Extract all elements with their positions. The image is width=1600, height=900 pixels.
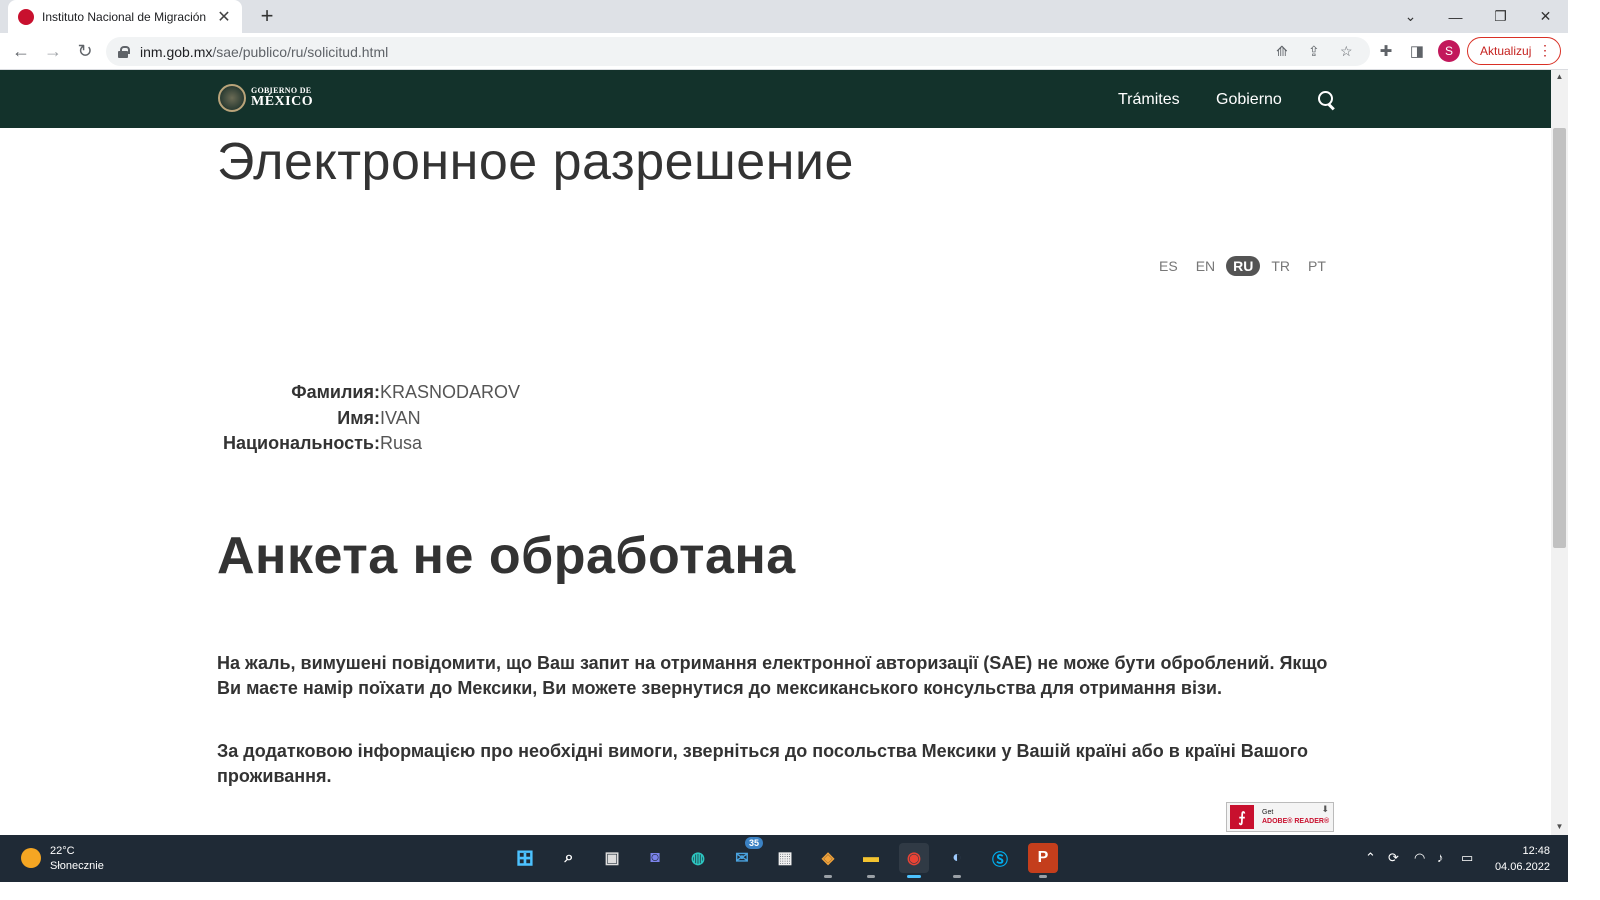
gov-header: GOBIERNO DE MÉXICO Trámites Gobierno xyxy=(0,70,1551,128)
task-view-icon[interactable]: ▣ xyxy=(597,843,627,873)
windows-taskbar: 22°C Słonecznie ⊞ ⌕ ▣ ◙ ◍ ✉ 35 ▦ ◈ ▬ ◉ ◐ … xyxy=(0,835,1568,882)
skype-icon[interactable]: Ⓢ xyxy=(985,843,1015,873)
bookmark-star-icon[interactable]: ☆ xyxy=(1340,43,1353,60)
get-adobe-reader-badge[interactable]: ⨍ Get ADOBE® READER® ⬇ xyxy=(1226,802,1334,832)
nationality-label: Национальность: xyxy=(222,433,380,453)
volume-icon[interactable]: ♪ xyxy=(1437,850,1444,865)
info-row-nationality: Национальность: Rusa xyxy=(217,431,520,457)
wifi-icon[interactable]: ◠ xyxy=(1414,850,1425,866)
address-bar[interactable]: inm.gob.mx/sae/publico/ru/solicitud.html… xyxy=(106,37,1370,66)
mail-badge: 35 xyxy=(744,837,763,849)
extensions-puzzle-icon[interactable]: ✚ xyxy=(1376,41,1396,61)
status-title: Анкета не обработана xyxy=(217,527,796,585)
back-arrow-icon[interactable]: ← xyxy=(8,38,34,64)
edge-browser-icon[interactable]: ◍ xyxy=(683,843,713,873)
running-indicator xyxy=(824,875,832,878)
gobierno-logo[interactable]: GOBIERNO DE MÉXICO xyxy=(218,84,313,112)
lang-es[interactable]: ES xyxy=(1159,258,1178,274)
nav-tramites[interactable]: Trámites xyxy=(1118,91,1180,109)
scroll-down-arrow-icon[interactable]: ▼ xyxy=(1554,822,1565,831)
teams-chat-icon[interactable]: ◙ xyxy=(640,843,670,873)
name-label: Имя: xyxy=(337,407,380,428)
surname-label: Фамилия: xyxy=(291,382,380,402)
scrollbar-thumb[interactable] xyxy=(1553,128,1566,548)
system-clock[interactable]: 12:48 04.06.2022 xyxy=(1492,843,1550,875)
info-row-name: Имя: IVAN xyxy=(217,406,520,432)
weather-temp: 22°C xyxy=(50,845,75,857)
minimize-button[interactable]: — xyxy=(1433,0,1478,33)
page-title: Электронное разрешение xyxy=(217,133,854,191)
chrome-browser-icon[interactable]: ◉ xyxy=(899,843,929,878)
adobe-logo-icon: ⨍ xyxy=(1230,805,1254,829)
clock-date: 04.06.2022 xyxy=(1494,861,1550,873)
nationality-value: Rusa xyxy=(380,433,423,453)
close-tab-icon[interactable]: ✕ xyxy=(216,7,232,27)
info-row-surname: Фамилия: KRASNODAROV xyxy=(217,380,520,406)
browser-tab[interactable]: Instituto Nacional de Migración ✕ xyxy=(8,0,242,33)
start-windows-icon[interactable]: ⊞ xyxy=(510,843,540,873)
adobe-line2: ADOBE® READER® xyxy=(1262,818,1330,825)
browser-toolbar: ← → ↻ inm.gob.mx/sae/publico/ru/solicitu… xyxy=(0,33,1568,70)
outlook-icon[interactable]: ◐ xyxy=(942,843,972,878)
close-window-button[interactable]: ✕ xyxy=(1523,0,1568,33)
page-scrollbar[interactable]: ▲ ▼ xyxy=(1551,70,1568,835)
weather-widget[interactable]: 22°C Słonecznie xyxy=(50,844,104,874)
lang-tr[interactable]: TR xyxy=(1271,258,1290,274)
clock-time: 12:48 xyxy=(1522,845,1550,857)
profile-avatar[interactable]: S xyxy=(1438,40,1460,62)
running-indicator xyxy=(1039,875,1047,878)
tab-search-chevron-icon[interactable]: ⌄ xyxy=(1388,0,1433,33)
name-value: IVAN xyxy=(380,407,421,428)
status-paragraph-2: За додатковою інформацією про необхідні … xyxy=(217,741,1308,786)
lang-en[interactable]: EN xyxy=(1196,258,1215,274)
file-explorer-icon[interactable]: ▬ xyxy=(856,843,886,878)
search-icon[interactable] xyxy=(1318,91,1336,109)
more-menu-icon[interactable]: ⋮ xyxy=(1538,42,1552,59)
active-indicator xyxy=(907,875,921,878)
tray-overflow-chevron-icon[interactable]: ⌃ xyxy=(1365,850,1376,866)
tab-title: Instituto Nacional de Migración xyxy=(42,9,207,24)
url-text[interactable]: inm.gob.mx/sae/publico/ru/solicitud.html xyxy=(140,44,388,60)
store-icon[interactable]: ▦ xyxy=(770,843,800,873)
weather-desc: Słonecznie xyxy=(50,860,104,872)
nav-gobierno[interactable]: Gobierno xyxy=(1216,91,1282,109)
sun-weather-icon[interactable] xyxy=(21,848,41,868)
lock-icon[interactable] xyxy=(118,45,130,58)
translate-icon[interactable]: ⟰ xyxy=(1276,43,1288,60)
new-tab-button[interactable]: + xyxy=(255,3,279,29)
lang-ru[interactable]: RU xyxy=(1226,256,1261,276)
forward-arrow-icon[interactable]: → xyxy=(40,38,66,64)
adobe-line1: Get xyxy=(1262,809,1274,816)
search-taskbar-icon[interactable]: ⌕ xyxy=(554,843,584,873)
surname-value: KRASNODAROV xyxy=(380,382,521,402)
status-paragraph-1: На жаль, вимушені повідомити, що Ваш зап… xyxy=(217,653,1328,698)
language-switcher: ES EN RU TR PT xyxy=(1150,256,1335,276)
sync-icon[interactable]: ⟳ xyxy=(1388,850,1399,866)
share-icon[interactable]: ⇪ xyxy=(1308,43,1320,60)
running-indicator xyxy=(953,875,961,878)
page-viewport: GOBIERNO DE MÉXICO Trámites Gobierno Эле… xyxy=(0,70,1551,835)
reload-icon[interactable]: ↻ xyxy=(72,38,98,64)
update-button[interactable]: Aktualizuj ⋮ xyxy=(1467,37,1561,65)
restore-button[interactable]: ❐ xyxy=(1478,0,1523,33)
update-label: Aktualizuj xyxy=(1480,44,1532,58)
battery-icon[interactable]: ▭ xyxy=(1461,850,1473,866)
lang-pt[interactable]: PT xyxy=(1308,258,1326,274)
powerpoint-icon[interactable]: P xyxy=(1028,843,1058,878)
running-indicator xyxy=(867,875,875,878)
seal-icon xyxy=(218,84,246,112)
scroll-up-arrow-icon[interactable]: ▲ xyxy=(1554,72,1565,81)
brave-browser-icon[interactable]: ◈ xyxy=(813,843,843,878)
logo-big-text: MÉXICO xyxy=(251,94,314,109)
browser-tabstrip: Instituto Nacional de Migración ✕ + ⌄ — … xyxy=(0,0,1568,33)
site-favicon-icon xyxy=(18,8,34,25)
download-arrow-icon: ⬇ xyxy=(1321,804,1329,814)
side-panel-icon[interactable]: ◨ xyxy=(1407,41,1427,61)
mail-app-icon[interactable]: ✉ 35 xyxy=(727,837,763,873)
applicant-info: Фамилия: KRASNODAROV Имя: IVAN Националь… xyxy=(217,380,520,457)
